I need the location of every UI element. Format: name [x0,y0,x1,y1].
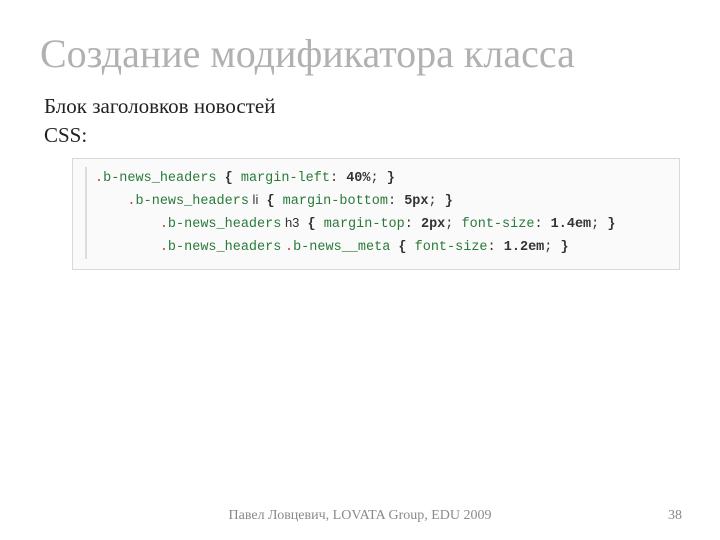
selector-element: li [249,192,258,207]
code-block: .b-news_headers { margin-left: 40%; } .b… [72,158,680,270]
selector-name: b-news_headers [168,240,281,255]
selector-name-2: b-news__meta [293,240,390,255]
selector-dot: . [160,240,168,255]
code-line: .b-news_headers li { margin-bottom: 5px;… [85,190,669,213]
space [413,217,421,232]
colon: : [488,240,496,255]
brace-open: { [225,171,233,186]
footer-text: Павел Ловцевич, LOVATA Group, EDU 2009 [0,508,720,524]
indent [95,217,160,232]
space [496,240,504,255]
space [453,217,461,232]
subtitle-line-1: Блок заголовков новостей [44,94,680,119]
css-value: 1.4em [551,217,592,232]
space [338,171,346,186]
code-line: .b-news_headers h3 { margin-top: 2px; fo… [85,213,669,236]
brace-close: } [561,240,569,255]
semicolon: ; [429,194,437,209]
slide-body: Блок заголовков новостей CSS: [0,84,720,148]
code-line: .b-news_headers .b-news__meta { font-siz… [85,236,669,259]
space [275,194,283,209]
space [552,240,560,255]
slide-title: Создание модификатора класса [0,0,720,84]
selector-dot-2: . [285,240,293,255]
indent [95,240,160,255]
selector-name: b-news_headers [136,194,249,209]
colon: : [388,194,396,209]
colon: : [534,217,542,232]
space [379,171,387,186]
colon: : [330,171,338,186]
brace-open: { [308,217,316,232]
space [437,194,445,209]
selector-dot: . [127,194,135,209]
selector-dot: . [95,171,103,186]
space [316,217,324,232]
space [543,217,551,232]
subtitle-line-2: CSS: [44,123,680,148]
css-value: 40% [346,171,370,186]
css-value: 5px [404,194,428,209]
brace-open: { [266,194,274,209]
brace-close: } [607,217,615,232]
space [299,217,307,232]
selector-name: b-news_headers [168,217,281,232]
css-prop: margin-bottom [283,194,388,209]
selector-dot: . [160,217,168,232]
css-prop: font-size [462,217,535,232]
brace-close: } [445,194,453,209]
selector-element: h3 [281,215,299,230]
space [396,194,404,209]
slide: Создание модификатора класса Блок заголо… [0,0,720,540]
space [217,171,225,186]
space [407,240,415,255]
page-number: 38 [668,508,682,524]
space [233,171,241,186]
css-value: 2px [421,217,445,232]
indent [95,194,127,209]
code-line: .b-news_headers { margin-left: 40%; } [85,167,669,190]
selector-name: b-news_headers [103,171,216,186]
css-prop: margin-left [241,171,330,186]
css-prop: font-size [415,240,488,255]
semicolon: ; [371,171,379,186]
brace-open: { [398,240,406,255]
colon: : [405,217,413,232]
css-prop: margin-top [324,217,405,232]
brace-close: } [387,171,395,186]
css-value: 1.2em [504,240,545,255]
